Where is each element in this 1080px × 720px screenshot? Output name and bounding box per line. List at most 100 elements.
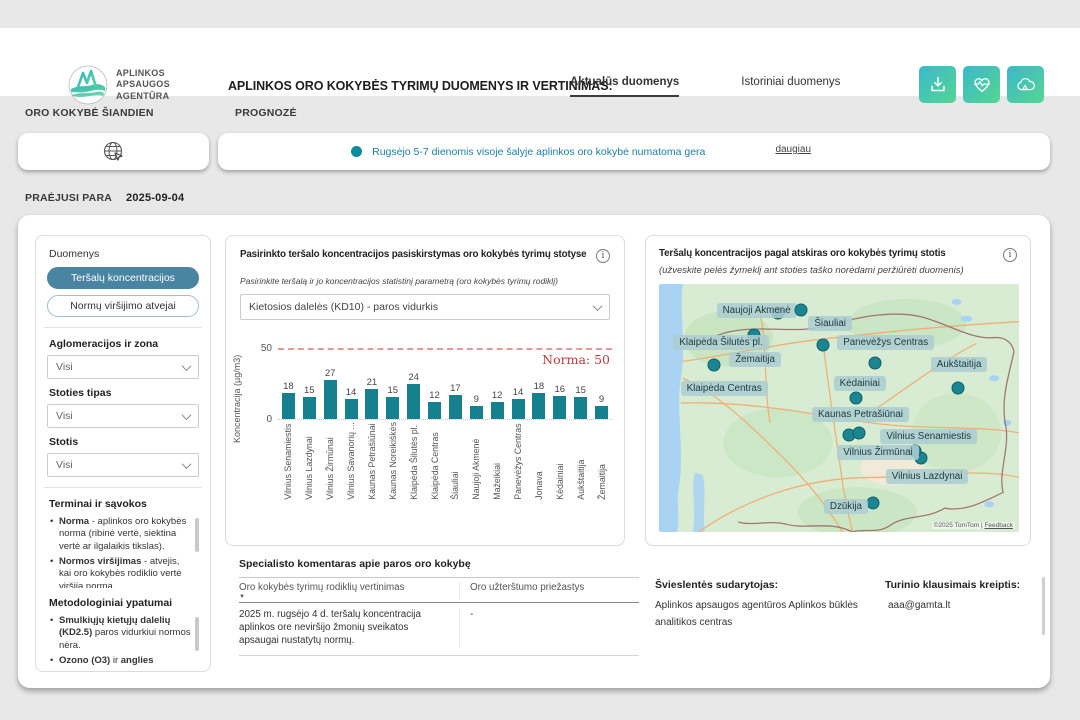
bar-slot: 15 xyxy=(299,348,320,419)
bar[interactable] xyxy=(470,406,483,419)
info-icon[interactable]: i xyxy=(1003,248,1017,262)
x-label-slot: Naujoji Akmenė xyxy=(466,422,487,500)
pollutant-select[interactable]: Kietosios dalelės (KD10) - paros vidurki… xyxy=(240,294,610,320)
bar[interactable] xyxy=(282,393,295,419)
chevron-down-icon xyxy=(182,459,192,469)
bar-slot: 9 xyxy=(466,348,487,419)
bar[interactable] xyxy=(324,380,337,419)
column-header[interactable]: Oro kokybės tyrimų rodiklių vertinimas▼ xyxy=(239,582,459,600)
filter-label: Aglomeracijos ir zona xyxy=(49,338,199,350)
station-dot[interactable] xyxy=(795,304,808,317)
filter-label: Stotis xyxy=(49,436,199,448)
station-dot[interactable] xyxy=(708,358,721,371)
scrollbar-thumb[interactable] xyxy=(195,617,199,651)
bar[interactable] xyxy=(386,397,399,419)
bar[interactable] xyxy=(532,393,545,419)
bar[interactable] xyxy=(553,396,566,419)
contact-email: aaa@gamta.lt xyxy=(885,597,1035,614)
bar[interactable] xyxy=(345,399,358,419)
bar-slot: 9 xyxy=(591,348,612,419)
map-hint: (užveskite pelės žymeklį ant stoties taš… xyxy=(659,265,1017,276)
bar[interactable] xyxy=(428,402,441,419)
forecast-more-link[interactable]: daugiau xyxy=(775,144,811,155)
scrollbar-thumb[interactable] xyxy=(1042,577,1045,635)
norm-exceedance-button[interactable]: Normų viršijimo atvejai xyxy=(47,295,199,317)
health-button[interactable] xyxy=(963,66,1000,103)
term-bullet: Smulkiųjų kietųjų dalelių (KD2.5) paros … xyxy=(47,615,191,652)
bar-slot: 15 xyxy=(382,348,403,419)
download-button[interactable] xyxy=(919,66,956,103)
sort-caret-icon: ▼ xyxy=(239,594,449,600)
bar[interactable] xyxy=(449,395,462,419)
bar-slot: 15 xyxy=(570,348,591,419)
x-label-slot: Jonava xyxy=(529,422,550,500)
forecast-status-dot xyxy=(351,146,362,157)
info-icon[interactable]: i xyxy=(596,249,610,263)
bar[interactable] xyxy=(303,397,316,419)
tab-istoriniai-duomenys[interactable]: Istoriniai duomenys xyxy=(741,76,840,97)
filter-select-value: Visi xyxy=(56,361,73,373)
pollutant-concentrations-button[interactable]: Teršalų koncentracijos xyxy=(47,267,199,289)
bars-container: 181527142115241217912141816159 xyxy=(278,348,612,420)
dashboard: APLINKOS APSAUGOS AGENTŪRA APLINKOS ORO … xyxy=(0,0,1080,720)
x-axis-label: Kaunas Petrašiūnai xyxy=(367,422,377,500)
x-axis-label: Naujoji Akmenė xyxy=(471,422,481,500)
weather-button[interactable] xyxy=(1007,66,1044,103)
station-dot[interactable] xyxy=(951,381,964,394)
scrollbar-thumb[interactable] xyxy=(195,518,199,552)
x-axis-label: Vilnius Lazdynai xyxy=(304,422,314,500)
bar[interactable] xyxy=(365,389,378,419)
station-dot[interactable] xyxy=(869,356,882,369)
map-attribution: ©2025 TomTom | Feedback xyxy=(932,522,1015,529)
bar[interactable] xyxy=(491,402,504,419)
x-label-slot: Mažeikiai xyxy=(487,422,508,500)
bar-value-label: 18 xyxy=(283,381,294,392)
feedback-link[interactable]: Feedback xyxy=(984,522,1013,529)
station-dot[interactable] xyxy=(852,427,865,440)
x-label-slot: Panevėžys Centras xyxy=(508,422,529,500)
bar-value-label: 14 xyxy=(346,387,357,398)
station-dot[interactable] xyxy=(816,338,829,351)
x-label-slot: Kaunas Noreikiškės xyxy=(382,422,403,500)
term-bullet: Norma - aplinkos oro kokybės norma (ribi… xyxy=(47,516,191,553)
comment-table: Oro kokybės tyrimų rodiklių vertinimas▼ O… xyxy=(239,577,639,656)
x-axis-label: Mažeikiai xyxy=(492,422,502,500)
station-dot[interactable] xyxy=(850,392,863,405)
bar-value-label: 17 xyxy=(450,383,461,394)
bar-slot: 27 xyxy=(320,348,341,419)
filter-select[interactable]: Visi xyxy=(47,404,199,428)
filter-select[interactable]: Visi xyxy=(47,355,199,379)
specialist-comment-section: Specialisto komentaras apie paros oro ko… xyxy=(239,558,639,656)
x-axis-label: Klaipėda Šilutės pl. xyxy=(409,422,419,500)
tab-aktualus-duomenys[interactable]: Aktualūs duomenys xyxy=(570,76,679,97)
filter-select-value: Visi xyxy=(56,410,73,422)
x-label-slot: Vilnius Žirmūnai xyxy=(320,422,341,500)
bar-chart: Koncentracija (µg/m3) 50 0 Norma: 50 181… xyxy=(240,334,610,534)
methods-title: Metodologiniai ypatumai xyxy=(49,597,199,609)
stations-map[interactable]: Naujoji AkmenėŠiauliaiKlaipėda Šilutės p… xyxy=(659,284,1019,532)
station-label: Vilnius Senamiestis xyxy=(880,429,977,444)
bar[interactable] xyxy=(512,399,525,419)
period-label: PRAĖJUSI PARA xyxy=(25,192,112,204)
column-header[interactable]: Oro užterštumo priežastys xyxy=(459,582,639,600)
x-axis-labels: Vilnius SenamiestisVilnius LazdynaiVilni… xyxy=(278,422,612,500)
weather-cloud-icon xyxy=(1015,74,1037,96)
bar-slot: 12 xyxy=(424,348,445,419)
bar[interactable] xyxy=(595,406,608,419)
filter-select[interactable]: Visi xyxy=(47,453,199,477)
bar[interactable] xyxy=(574,397,587,419)
bar-slot: 16 xyxy=(549,348,570,419)
air-quality-today-card[interactable] xyxy=(18,133,209,170)
bar-value-label: 18 xyxy=(534,381,545,392)
station-dot[interactable] xyxy=(867,497,880,510)
bar[interactable] xyxy=(407,384,420,419)
x-axis-label: Šiauliai xyxy=(450,422,460,500)
bar-slot: 21 xyxy=(362,348,383,419)
x-axis-label: Vilnius Savanorių ... xyxy=(346,422,356,500)
column-header-text: Oro užterštumo priežastys xyxy=(470,582,639,593)
forecast-section-label: PROGNOZĖ xyxy=(235,107,297,119)
bar-value-label: 27 xyxy=(325,368,336,379)
methods-list: Smulkiųjų kietųjų dalelių (KD2.5) paros … xyxy=(47,615,199,667)
forecast-card: Rugsėjo 5-7 dienomis visoje šalyje aplin… xyxy=(218,133,1050,170)
bar-value-label: 14 xyxy=(513,387,524,398)
